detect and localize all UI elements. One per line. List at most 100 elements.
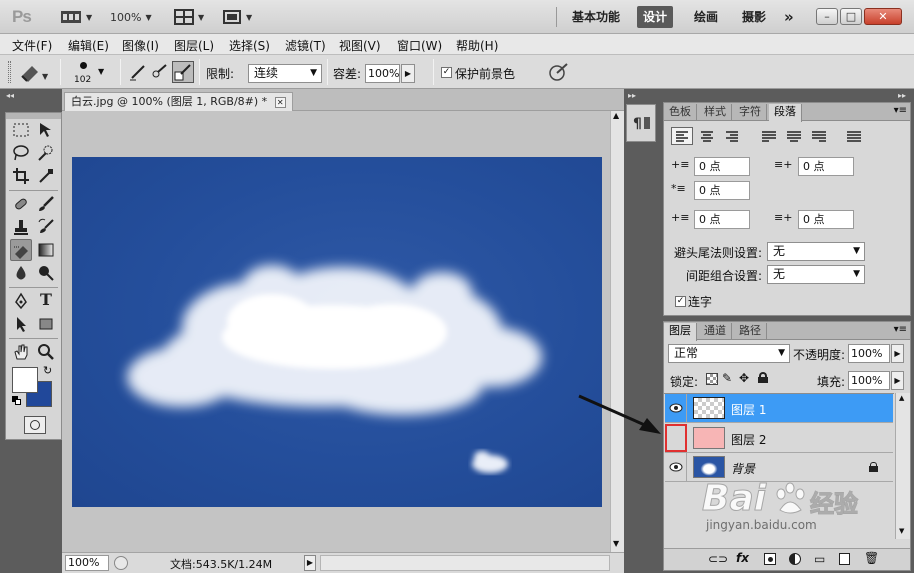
workspace-photography[interactable]: 摄影 (736, 6, 772, 28)
sampling-continuous-button[interactable] (128, 62, 148, 85)
hand-tool-icon[interactable] (10, 341, 32, 363)
brush-size-picker[interactable]: 102 ▼ (70, 59, 112, 85)
panel-menu-icon[interactable]: ▾≡ (894, 105, 907, 116)
menu-select[interactable]: 选择(S) (229, 37, 270, 54)
gradient-tool-icon[interactable] (35, 239, 57, 261)
opacity-slider-button[interactable]: ▶ (891, 344, 904, 363)
menu-edit[interactable]: 编辑(E) (68, 37, 109, 54)
indent-left-input[interactable]: 0 点 (694, 157, 750, 176)
opacity-input[interactable]: 100% (848, 344, 890, 363)
pen-tool-icon[interactable] (10, 290, 32, 312)
tab-character[interactable]: 字符 (734, 104, 767, 121)
visibility-eye-icon[interactable] (665, 394, 687, 422)
menu-window[interactable]: 窗口(W) (397, 37, 442, 54)
justify-center-button[interactable] (784, 127, 804, 148)
scroll-down-icon[interactable]: ▼ (613, 539, 619, 548)
maximize-button[interactable]: □ (840, 8, 862, 25)
fill-slider-button[interactable]: ▶ (891, 371, 904, 390)
rectangle-tool-icon[interactable] (35, 313, 57, 335)
tab-paths[interactable]: 路径 (734, 323, 767, 340)
layers-menu-icon[interactable]: ▾≡ (894, 324, 907, 335)
crop-tool-icon[interactable] (10, 165, 32, 187)
zoom-level-dropdown[interactable]: 100% ▼ (110, 8, 152, 26)
link-layers-icon[interactable]: ⊂⊃ (708, 552, 728, 566)
layer-style-icon[interactable]: fx (736, 551, 749, 565)
justify-left-button[interactable] (759, 127, 779, 148)
document-tab[interactable]: 白云.jpg @ 100% (图层 1, RGB/8#) * ✕ (64, 92, 293, 111)
add-mask-icon[interactable] (764, 553, 776, 565)
kinsoku-select[interactable]: 无 ▼ (767, 242, 865, 261)
visibility-eye-icon[interactable] (665, 453, 687, 481)
indent-right-input[interactable]: 0 点 (798, 157, 854, 176)
lasso-tool-icon[interactable] (10, 142, 32, 164)
delete-layer-icon[interactable]: 🗑 (864, 551, 879, 565)
menu-help[interactable]: 帮助(H) (456, 37, 498, 54)
scroll-up-icon[interactable]: ▲ (899, 394, 904, 402)
blend-mode-select[interactable]: 正常 ▼ (668, 344, 790, 363)
type-tool-icon[interactable]: T (35, 290, 57, 312)
layer-row[interactable]: 图层 2 (665, 424, 893, 453)
justify-right-button[interactable] (809, 127, 829, 148)
scroll-down-icon[interactable]: ▼ (899, 527, 904, 535)
workspace-essentials[interactable]: 基本功能 (566, 6, 626, 28)
collapse-panel-icon[interactable]: ▸▸ (628, 91, 636, 100)
workspace-painting[interactable]: 绘画 (688, 6, 724, 28)
menu-image[interactable]: 图像(I) (122, 37, 159, 54)
quick-selection-tool-icon[interactable] (35, 142, 57, 164)
tab-layers[interactable]: 图层 (664, 323, 697, 341)
arrange-documents-button[interactable]: ▼ (174, 8, 204, 26)
indent-first-line-input[interactable]: 0 点 (694, 181, 750, 200)
dodge-tool-icon[interactable] (35, 262, 57, 284)
close-document-icon[interactable]: ✕ (274, 97, 286, 108)
zoom-tool-icon[interactable] (35, 341, 57, 363)
status-zoom-input[interactable]: 100% (65, 555, 109, 571)
blur-tool-icon[interactable] (10, 262, 32, 284)
workspace-design[interactable]: 设计 (637, 6, 674, 28)
vertical-scrollbar[interactable]: ▲ ▼ (610, 111, 624, 552)
sampling-once-button[interactable] (150, 62, 170, 85)
adjustment-layer-icon[interactable] (789, 553, 801, 565)
tolerance-slider-button[interactable]: ▶ (401, 64, 415, 83)
lock-transparency-icon[interactable] (706, 373, 718, 385)
more-workspaces-button[interactable]: » (778, 6, 800, 28)
marquee-tool-icon[interactable] (10, 119, 32, 141)
limit-select[interactable]: 连续 ▼ (248, 64, 322, 83)
status-info-icon[interactable] (114, 556, 128, 570)
tab-paragraph[interactable]: 段落 (769, 104, 802, 122)
menu-layer[interactable]: 图层(L) (174, 37, 214, 54)
swap-colors-icon[interactable]: ↻ (43, 364, 52, 377)
sampling-background-swatch-button[interactable] (172, 61, 194, 83)
space-before-input[interactable]: 0 点 (694, 210, 750, 229)
horizontal-scrollbar[interactable] (320, 555, 610, 571)
path-selection-tool-icon[interactable] (10, 313, 32, 335)
hyphenate-checkbox[interactable]: ✓ (675, 296, 686, 307)
move-tool-icon[interactable] (35, 119, 57, 141)
canvas-area[interactable] (62, 111, 610, 552)
space-after-input[interactable]: 0 点 (798, 210, 854, 229)
brush-tool-icon[interactable] (35, 193, 57, 215)
layer-row[interactable]: 图层 1 (665, 394, 893, 423)
justify-all-button[interactable] (844, 127, 864, 148)
align-center-button[interactable] (697, 127, 717, 148)
align-left-button[interactable] (671, 127, 693, 145)
cloud-image[interactable] (72, 157, 602, 507)
eyedropper-tool-icon[interactable] (35, 165, 57, 187)
new-group-icon[interactable]: ▭ (814, 552, 825, 566)
fill-input[interactable]: 100% (848, 371, 890, 390)
lock-pixels-icon[interactable]: ✎ (722, 371, 732, 385)
launch-bridge-button[interactable]: ▼ (60, 8, 92, 26)
scroll-up-icon[interactable]: ▲ (613, 111, 619, 120)
tablet-pressure-button[interactable] (548, 62, 570, 85)
screen-mode-button[interactable]: ▼ (222, 8, 252, 26)
tolerance-input[interactable]: 100% (365, 64, 400, 83)
status-menu-arrow[interactable]: ▶ (304, 555, 316, 571)
tab-channels[interactable]: 通道 (699, 323, 732, 340)
minimize-button[interactable]: – (816, 8, 838, 25)
mojikumi-select[interactable]: 无 ▼ (767, 265, 865, 284)
background-eraser-tool-icon[interactable] (10, 239, 32, 261)
align-right-button[interactable] (722, 127, 742, 148)
collapse-toolbox-icon[interactable]: ◂◂ (6, 91, 14, 100)
foreground-color-swatch[interactable] (12, 367, 38, 393)
menu-view[interactable]: 视图(V) (339, 37, 381, 54)
new-layer-icon[interactable] (839, 553, 850, 565)
